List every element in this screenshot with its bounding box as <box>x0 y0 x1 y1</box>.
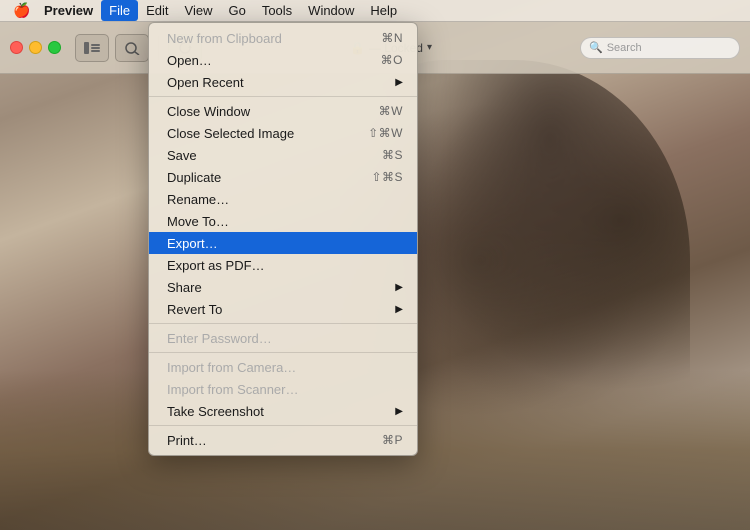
menu-item-close-selected-image[interactable]: Close Selected Image ⇧⌘W <box>149 122 417 144</box>
menu-item-move-to[interactable]: Move To… <box>149 210 417 232</box>
file-dropdown-menu: New from Clipboard ⌘N Open… ⌘O Open Rece… <box>148 22 418 456</box>
search-placeholder: Search <box>607 42 642 54</box>
menu-item-import-scanner[interactable]: Import from Scanner… <box>149 378 417 400</box>
minimize-button[interactable] <box>29 41 42 54</box>
menubar-item-file[interactable]: File <box>101 0 138 21</box>
menu-item-enter-password[interactable]: Enter Password… <box>149 327 417 349</box>
chevron-down-icon: ▾ <box>427 42 432 53</box>
menubar-item-window[interactable]: Window <box>300 0 362 21</box>
menu-separator-3 <box>149 352 417 353</box>
menu-item-duplicate[interactable]: Duplicate ⇧⌘S <box>149 166 417 188</box>
menu-item-print[interactable]: Print… ⌘P <box>149 429 417 451</box>
traffic-lights <box>10 41 61 54</box>
apple-menu[interactable]: 🍎 <box>8 2 36 19</box>
menu-item-new-from-clipboard[interactable]: New from Clipboard ⌘N <box>149 27 417 49</box>
apple-icon: 🍎 <box>13 2 30 19</box>
menu-item-open[interactable]: Open… ⌘O <box>149 49 417 71</box>
search-icon: 🔍 <box>589 41 603 54</box>
menu-item-close-window[interactable]: Close Window ⌘W <box>149 100 417 122</box>
menubar-item-tools[interactable]: Tools <box>254 0 300 21</box>
menu-item-open-recent[interactable]: Open Recent ▶ <box>149 71 417 93</box>
menu-separator-2 <box>149 323 417 324</box>
menubar-item-edit[interactable]: Edit <box>138 0 176 21</box>
search-box[interactable]: 🔍 Search <box>580 37 740 59</box>
menubar: 🍎 Preview File Edit View Go Tools Window… <box>0 0 750 22</box>
menu-item-export-pdf[interactable]: Export as PDF… <box>149 254 417 276</box>
menu-item-share[interactable]: Share ▶ <box>149 276 417 298</box>
menu-separator-4 <box>149 425 417 426</box>
menu-item-save[interactable]: Save ⌘S <box>149 144 417 166</box>
maximize-button[interactable] <box>48 41 61 54</box>
menu-item-import-camera[interactable]: Import from Camera… <box>149 356 417 378</box>
menu-item-revert-to[interactable]: Revert To ▶ <box>149 298 417 320</box>
close-button[interactable] <box>10 41 23 54</box>
menu-separator-1 <box>149 96 417 97</box>
menubar-item-view[interactable]: View <box>177 0 221 21</box>
menubar-item-go[interactable]: Go <box>220 0 253 21</box>
menubar-item-preview[interactable]: Preview <box>36 0 101 21</box>
menu-item-rename[interactable]: Rename… <box>149 188 417 210</box>
zoom-fit-button[interactable] <box>115 34 149 62</box>
sidebar-toggle-button[interactable] <box>75 34 109 62</box>
menu-item-take-screenshot[interactable]: Take Screenshot ▶ <box>149 400 417 422</box>
menubar-item-help[interactable]: Help <box>362 0 405 21</box>
menu-item-export[interactable]: Export… <box>149 232 417 254</box>
